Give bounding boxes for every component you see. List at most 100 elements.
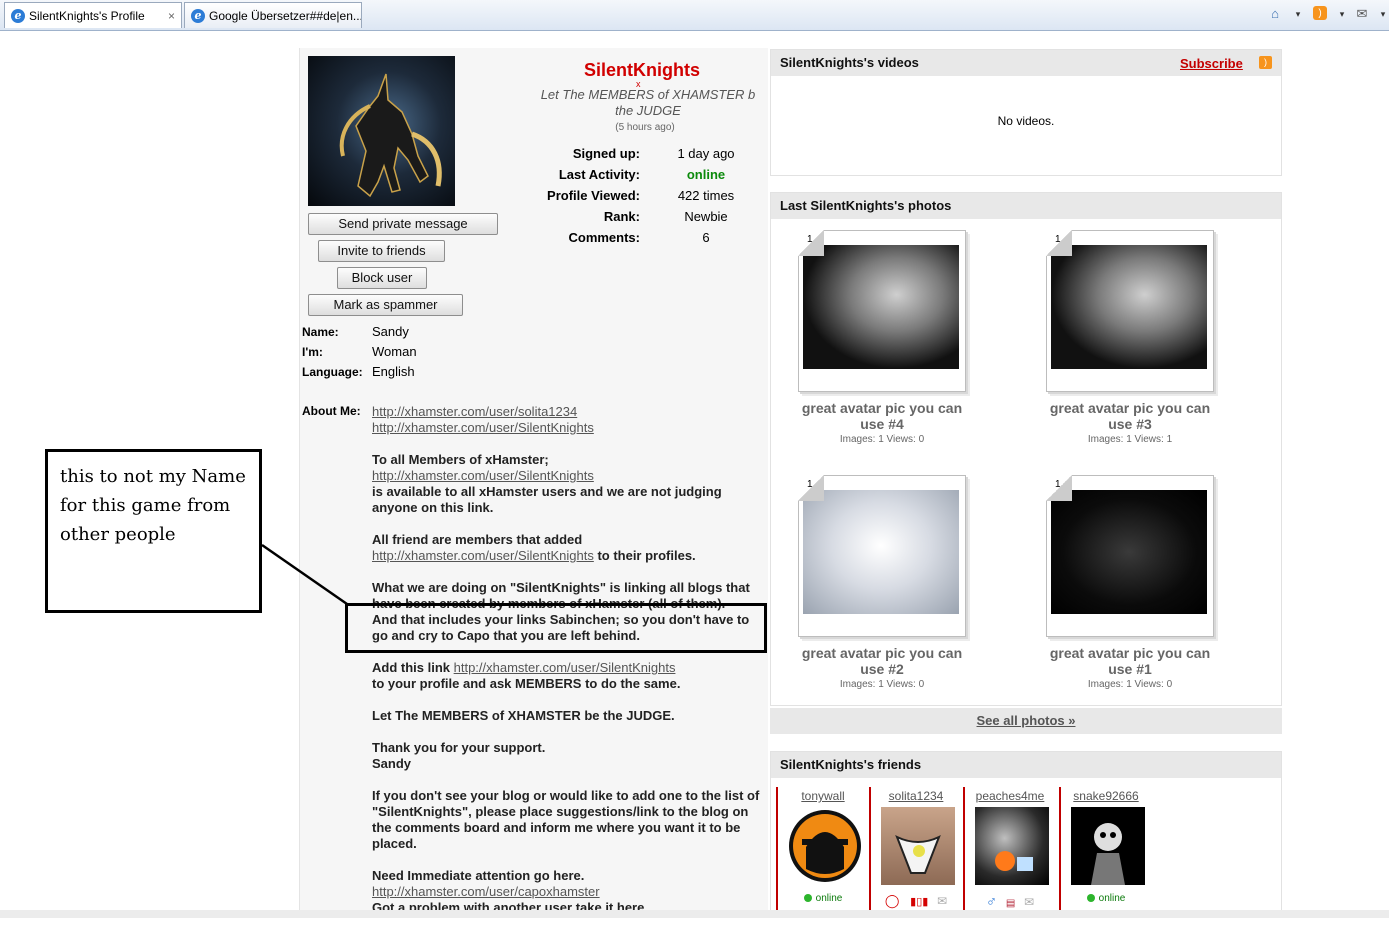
- album-title[interactable]: great avatar pic you can use #4: [782, 400, 982, 432]
- friend-avatar[interactable]: [881, 807, 955, 885]
- mail-icon[interactable]: ✉: [1354, 6, 1370, 22]
- photo-album-card[interactable]: 1 great avatar pic you can use #4 Images…: [768, 224, 978, 464]
- chevron-down-icon[interactable]: ▾: [1290, 6, 1306, 22]
- ie-page-icon: e: [11, 9, 25, 23]
- album-title-line: use #1: [1108, 661, 1152, 677]
- chevron-down-icon[interactable]: ▾: [1334, 6, 1350, 22]
- about-paragraph: is available to all xHamster users and w…: [372, 484, 722, 515]
- photo-thumbnail[interactable]: 1: [1046, 475, 1214, 637]
- about-paragraph: Add this link: [372, 660, 454, 675]
- stat-value-signed-up: 1 day ago: [677, 146, 735, 161]
- album-title[interactable]: great avatar pic you can use #2: [782, 645, 982, 677]
- album-title[interactable]: great avatar pic you can use #1: [1030, 645, 1230, 677]
- about-link[interactable]: http://xhamster.com/user/capoxhamster: [372, 884, 600, 899]
- info-value-language: English: [372, 364, 415, 379]
- tab-silentknights-profile[interactable]: e SilentKnights's Profile ×: [4, 2, 182, 28]
- close-tab-icon[interactable]: ×: [168, 3, 175, 28]
- tab-label: SilentKnights's Profile: [29, 9, 145, 23]
- friend-avatar[interactable]: [1071, 807, 1145, 885]
- status-line: Let The MEMBERS of XHAMSTER b: [540, 87, 756, 102]
- mark-as-spammer-button[interactable]: Mark as spammer: [308, 294, 463, 316]
- photo-thumbnail[interactable]: 1: [798, 230, 966, 392]
- image-count-badge: 1: [798, 475, 824, 501]
- friend-icons: ♂ ▤ ✉: [965, 893, 1055, 910]
- canada-flag-icon: ▮▯▮: [910, 896, 929, 908]
- online-status: online: [1061, 893, 1151, 904]
- about-paragraph: To all Members of xHamster;: [372, 452, 549, 467]
- stat-value-comments: 6: [702, 230, 710, 245]
- tab-google-translate[interactable]: e Google Übersetzer##de|en...: [184, 2, 362, 28]
- about-link[interactable]: http://xhamster.com/user/SilentKnights: [454, 660, 676, 675]
- invite-to-friends-button[interactable]: Invite to friends: [318, 240, 445, 262]
- feeds-icon[interactable]: ): [1313, 6, 1327, 20]
- friend-name-link[interactable]: tonywall: [778, 789, 868, 803]
- friend-avatar[interactable]: [975, 807, 1049, 885]
- album-title-line: great avatar pic you can: [1049, 400, 1211, 416]
- send-private-message-button[interactable]: Send private message: [308, 213, 498, 235]
- annotation-note-line: other people: [60, 524, 176, 545]
- friend-card[interactable]: solita1234 ◯ ▮▯▮ ✉: [869, 787, 961, 918]
- album-cover-image: [1051, 245, 1207, 369]
- info-value-name: Sandy: [372, 324, 409, 339]
- friend-avatar[interactable]: [788, 807, 862, 885]
- mail-icon[interactable]: ✉: [937, 894, 947, 908]
- friends-title: SilentKnights's friends: [780, 757, 922, 772]
- about-link[interactable]: http://xhamster.com/user/solita1234: [372, 404, 577, 419]
- annotation-note-line: for this game from: [60, 495, 231, 516]
- block-user-button[interactable]: Block user: [337, 267, 427, 289]
- friend-card[interactable]: snake92666 online: [1059, 787, 1151, 918]
- friend-name-link[interactable]: solita1234: [871, 789, 961, 803]
- album-title-line: great avatar pic you can: [1049, 645, 1211, 661]
- about-link[interactable]: http://xhamster.com/user/SilentKnights: [372, 420, 594, 435]
- photo-thumbnail[interactable]: 1: [798, 475, 966, 637]
- album-meta: Images: 1 Views: 0: [839, 679, 925, 690]
- photo-album-card[interactable]: 1 great avatar pic you can use #1 Images…: [1016, 469, 1226, 709]
- photo-album-card[interactable]: 1 great avatar pic you can use #2 Images…: [768, 469, 978, 709]
- photo-album-card[interactable]: 1 great avatar pic you can use #3 Images…: [1016, 224, 1226, 464]
- about-paragraph: If you don't see your blog or would like…: [372, 788, 760, 851]
- info-value-gender: Woman: [372, 344, 417, 359]
- friend-card[interactable]: tonywall online: [776, 787, 868, 918]
- profile-username: SilentKnights: [584, 60, 700, 80]
- photo-thumbnail[interactable]: 1: [1046, 230, 1214, 392]
- online-status-label: online: [815, 893, 843, 904]
- info-label-language: Language:: [302, 365, 363, 379]
- friend-name-link[interactable]: peaches4me: [965, 789, 1055, 803]
- stat-label-profile-viewed: Profile Viewed:: [547, 188, 640, 203]
- album-meta: Images: 1 Views: 1: [1087, 434, 1173, 445]
- stat-label-comments: Comments:: [568, 230, 640, 245]
- unicorn-avatar-image: [339, 73, 442, 198]
- about-paragraph: to your profile and ask MEMBERS to do th…: [372, 676, 681, 691]
- chevron-down-icon[interactable]: ▾: [1375, 6, 1389, 22]
- friend-card[interactable]: peaches4me ♂ ▤ ✉: [963, 787, 1055, 918]
- about-me-label: About Me:: [302, 404, 361, 418]
- see-all-photos-link[interactable]: See all photos »: [770, 713, 1282, 728]
- online-dot-icon: [803, 894, 812, 903]
- online-dot-icon: [1086, 894, 1095, 903]
- about-link[interactable]: http://xhamster.com/user/SilentKnights: [372, 468, 594, 483]
- about-paragraph: to their profiles.: [593, 548, 696, 563]
- status-line: the JUDGE: [615, 103, 681, 118]
- rss-feed-icon[interactable]: ): [1259, 56, 1272, 69]
- album-cover-image: [1051, 490, 1207, 614]
- stat-label-last-activity: Last Activity:: [558, 167, 640, 182]
- status-timestamp: (5 hours ago): [615, 122, 675, 133]
- profile-avatar[interactable]: [308, 56, 455, 206]
- about-link[interactable]: http://xhamster.com/user/SilentKnights: [372, 548, 594, 563]
- status-bar: [0, 910, 1389, 918]
- friends-panel-header: SilentKnights's friends: [771, 752, 1281, 778]
- subscribe-link[interactable]: Subscribe: [1180, 56, 1243, 71]
- album-title-line: use #4: [860, 416, 904, 432]
- stat-value-profile-viewed: 422 times: [677, 188, 735, 203]
- annotation-highlight-box: [345, 603, 767, 653]
- album-title[interactable]: great avatar pic you can use #3: [1030, 400, 1230, 432]
- usa-flag-icon: ▤: [1005, 898, 1016, 909]
- album-title-line: use #2: [860, 661, 904, 677]
- mail-icon[interactable]: ✉: [1024, 895, 1034, 909]
- home-icon[interactable]: ⌂: [1267, 6, 1283, 22]
- online-status-label: online: [1098, 893, 1126, 904]
- friend-name-link[interactable]: snake92666: [1061, 789, 1151, 803]
- stat-value-rank: Newbie: [684, 209, 728, 224]
- annotation-note-line: this to not my Name: [60, 466, 246, 487]
- album-title-line: great avatar pic you can: [801, 645, 963, 661]
